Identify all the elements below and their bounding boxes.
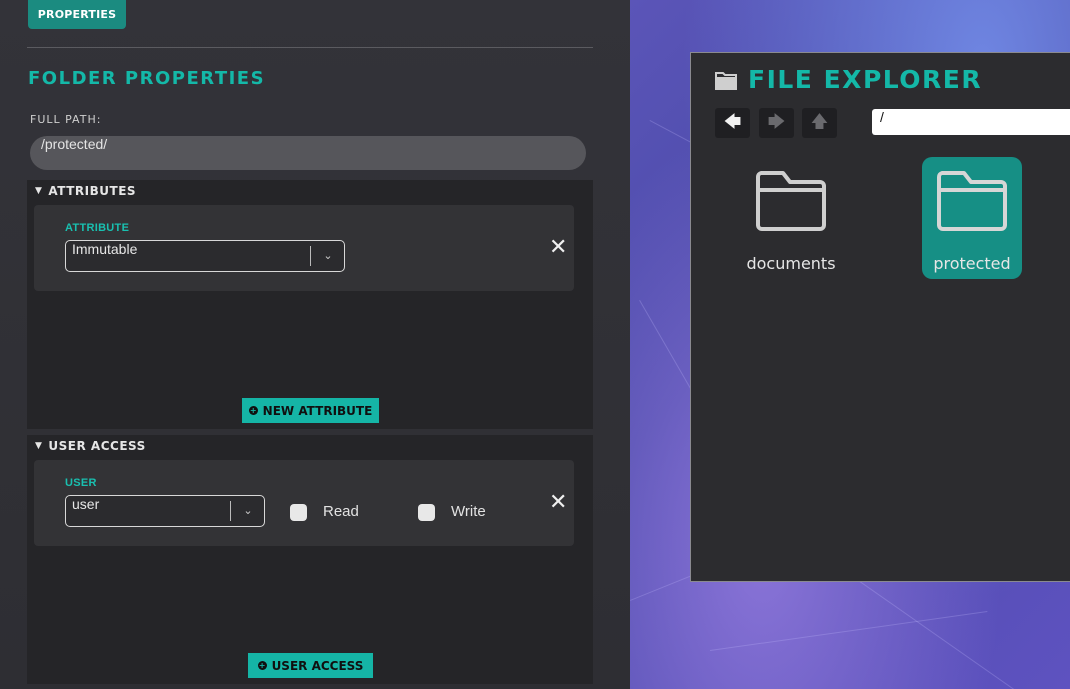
forward-button[interactable]: 🡆 (759, 108, 794, 138)
folder-label: protected (933, 254, 1011, 273)
write-label: Write (451, 503, 486, 520)
network-line (710, 611, 988, 651)
full-path-label: FULL PATH: (30, 113, 102, 126)
folder-item-protected[interactable]: protected (922, 157, 1022, 279)
attribute-field-label: ATTRIBUTE (65, 222, 130, 234)
full-path-field[interactable]: /protected/ (30, 136, 586, 170)
arrow-left-icon: 🡄 (723, 111, 742, 132)
up-button[interactable]: 🡅 (802, 108, 837, 138)
remove-attribute-close-icon[interactable]: ✕ (549, 237, 567, 259)
attribute-row: ATTRIBUTE Immutable ⌄ ✕ (34, 205, 574, 291)
arrow-right-icon: 🡆 (767, 111, 786, 132)
back-button[interactable]: 🡄 (715, 108, 750, 138)
add-user-access-button[interactable]: + USER ACCESS (248, 653, 373, 678)
folder-icon (937, 171, 1007, 231)
properties-panel: PROPERTIES FOLDER PROPERTIES FULL PATH: … (0, 0, 630, 689)
properties-tab[interactable]: PROPERTIES (28, 0, 126, 29)
address-bar[interactable]: / (872, 109, 1070, 135)
plus-circle-icon: + (257, 661, 267, 670)
window-title: FILE EXPLORER (748, 65, 983, 94)
read-checkbox[interactable] (290, 504, 307, 521)
attribute-select-value: Immutable (72, 241, 138, 257)
attribute-select[interactable]: Immutable ⌄ (65, 240, 345, 272)
chevron-down-icon[interactable]: ⌄ (311, 241, 345, 271)
remove-user-access-close-icon[interactable]: ✕ (549, 492, 567, 514)
folder-item-documents[interactable]: documents (741, 157, 841, 279)
arrow-up-icon: 🡅 (810, 111, 829, 132)
write-checkbox[interactable] (418, 504, 435, 521)
attributes-section: ▼ ATTRIBUTES ATTRIBUTE Immutable ⌄ ✕ + N… (27, 180, 593, 429)
collapse-triangle-icon: ▼ (35, 186, 43, 196)
plus-circle-icon: + (248, 406, 258, 415)
panel-title: FOLDER PROPERTIES (28, 68, 266, 89)
collapse-triangle-icon: ▼ (35, 441, 43, 451)
folder-icon (715, 72, 737, 90)
new-attribute-button[interactable]: + NEW ATTRIBUTE (242, 398, 379, 423)
chevron-down-icon[interactable]: ⌄ (231, 496, 265, 526)
read-label: Read (323, 503, 359, 520)
new-attribute-label: NEW ATTRIBUTE (262, 403, 373, 418)
attributes-header-label: ATTRIBUTES (48, 184, 137, 198)
user-access-header-label: USER ACCESS (48, 439, 146, 453)
file-explorer-window: FILE EXPLORER 🡄 🡆 🡅 / documents protecte… (690, 52, 1070, 582)
user-field-label: USER (65, 477, 97, 489)
user-select[interactable]: user ⌄ (65, 495, 265, 527)
folder-label: documents (746, 254, 836, 273)
attributes-header[interactable]: ▼ ATTRIBUTES (35, 184, 136, 198)
add-user-access-label: USER ACCESS (271, 658, 364, 673)
user-select-value: user (72, 496, 100, 512)
user-access-header[interactable]: ▼ USER ACCESS (35, 439, 146, 453)
folder-icon (756, 171, 826, 231)
user-access-section: ▼ USER ACCESS USER user ⌄ Read Write ✕ +… (27, 435, 593, 684)
user-access-row: USER user ⌄ Read Write ✕ (34, 460, 574, 546)
divider (27, 47, 593, 48)
